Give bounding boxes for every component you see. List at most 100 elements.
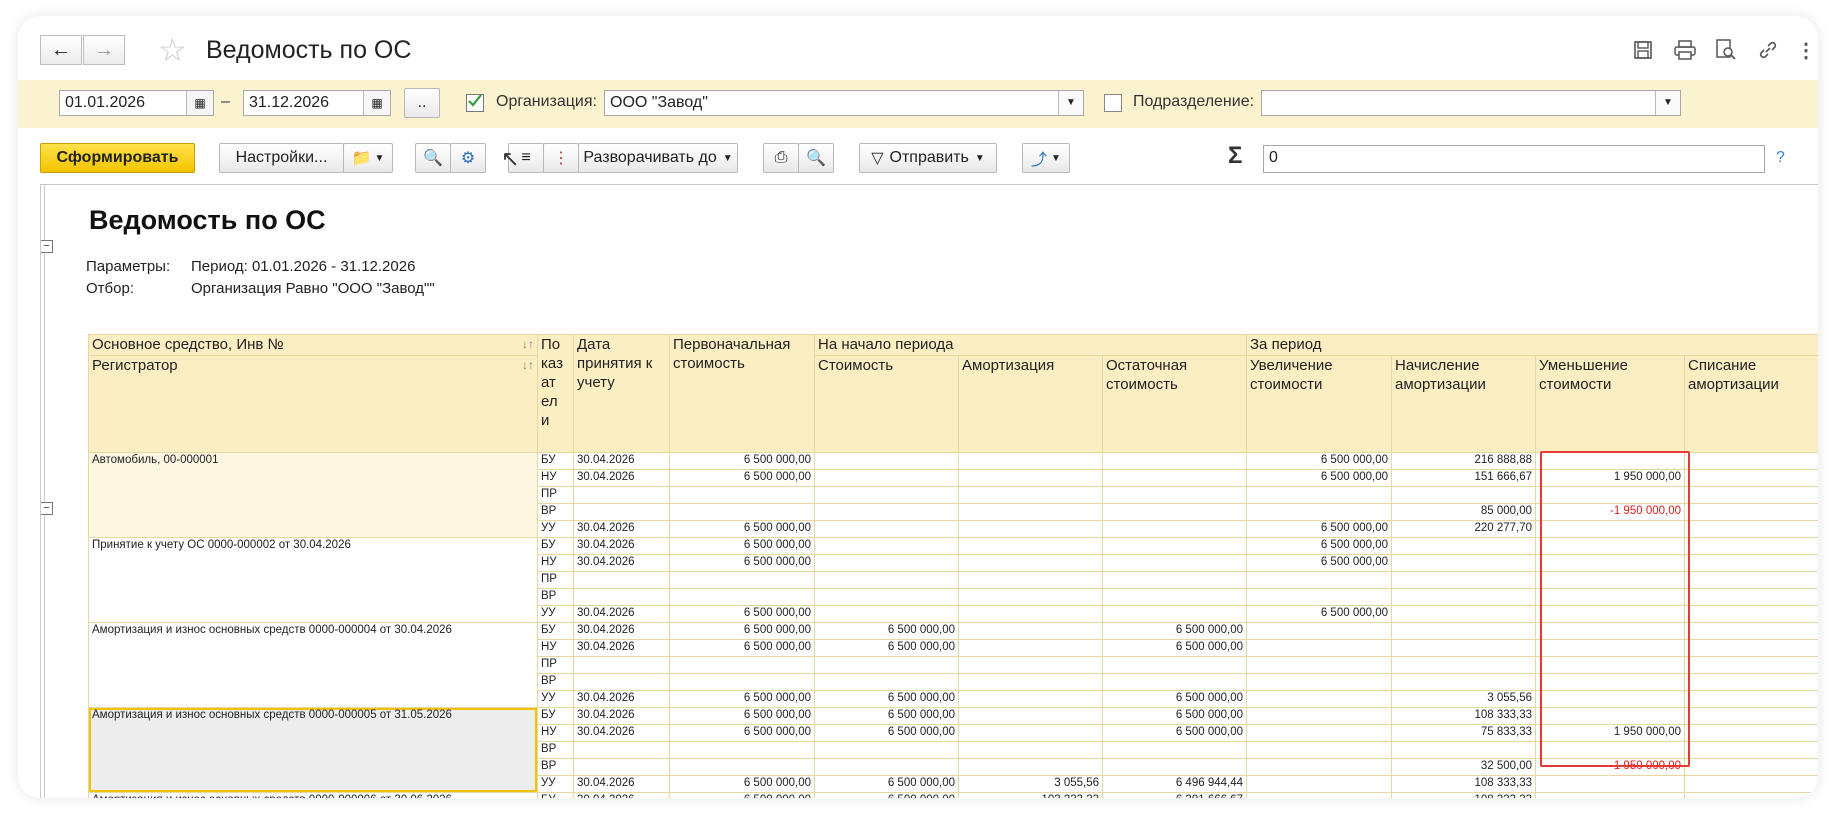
residual-cell: [1102, 537, 1247, 555]
accrual-cell: [1391, 554, 1536, 572]
group-expand-button[interactable]: ⋮: [543, 143, 579, 173]
initial-cost-cell: 6 500 000,00: [669, 622, 815, 640]
writeoff-cell: [1684, 605, 1818, 623]
initial-cost-cell: [669, 673, 815, 691]
send-button[interactable]: ▽ Отправить ▼: [859, 143, 997, 173]
chevron-down-icon: ▼: [374, 152, 385, 164]
residual-cell: [1102, 588, 1247, 606]
increase-cell: [1246, 792, 1392, 798]
amort-cell: [958, 639, 1103, 657]
writeoff-cell: [1684, 520, 1818, 538]
star-icon[interactable]: ☆: [158, 31, 187, 69]
increase-cell: 6 500 000,00: [1246, 554, 1392, 572]
date-cell: 30.04.2026: [573, 605, 670, 623]
back-button[interactable]: ←: [40, 35, 82, 65]
forward-button[interactable]: →: [83, 35, 125, 65]
amort-cell: [958, 503, 1103, 521]
link-icon[interactable]: [1756, 38, 1780, 62]
indicator-cell: ВР: [537, 741, 574, 759]
header-registrar[interactable]: Регистратор ↓↑: [88, 355, 538, 453]
cost-cell: [814, 452, 959, 470]
division-checkbox[interactable]: [1104, 94, 1122, 112]
cost-cell: [814, 673, 959, 691]
writeoff-cell: [1684, 588, 1818, 606]
indicator-cell: ПР: [537, 656, 574, 674]
accrual-cell: 220 277,70: [1391, 520, 1536, 538]
initial-cost-cell: 6 500 000,00: [669, 639, 815, 657]
calendar-icon[interactable]: ▦: [186, 91, 213, 115]
print-button[interactable]: ⎙: [763, 143, 799, 173]
collapse-group-toggle[interactable]: −: [41, 240, 53, 253]
settings-button[interactable]: Настройки...: [219, 143, 344, 173]
residual-cell: 6 496 944,44: [1102, 775, 1247, 793]
asset-name[interactable]: Автомобиль, 00-000001: [88, 452, 538, 538]
header-for-period: За период: [1246, 334, 1818, 356]
cost-cell: [814, 503, 959, 521]
cost-cell: 6 500 000,00: [814, 622, 959, 640]
increase-cell: [1246, 758, 1392, 776]
date-cell: 30.04.2026: [573, 554, 670, 572]
amort-cell: [958, 537, 1103, 555]
registrar-name[interactable]: Принятие к учету ОС 0000-000002 от 30.04…: [88, 537, 538, 623]
writeoff-cell: [1684, 554, 1818, 572]
chevron-down-icon[interactable]: ▼: [1655, 91, 1680, 115]
sort-icon[interactable]: ↓↑: [522, 336, 534, 355]
chevron-down-icon[interactable]: ▼: [1058, 91, 1083, 115]
share-button[interactable]: ⤴ ▼: [1022, 143, 1070, 173]
expand-to-label: Разворачивать до: [583, 149, 717, 166]
help-icon[interactable]: ?: [1776, 149, 1785, 167]
residual-cell: [1102, 571, 1247, 589]
date-cell: 30.04.2026: [573, 622, 670, 640]
decrease-cell: [1535, 792, 1685, 798]
date-from-input[interactable]: 01.01.2026 ▦: [59, 90, 214, 116]
org-checkbox[interactable]: [466, 94, 484, 112]
table-row[interactable]: Амортизация и износ основных средств 000…: [88, 792, 1818, 798]
variants-button[interactable]: 📁 ▼: [343, 143, 393, 173]
header-indicator: По каз ат ел и: [537, 334, 574, 453]
more-vertical-icon[interactable]: ⋮: [1794, 38, 1818, 62]
header-accrual: Начисление амортизации: [1391, 355, 1536, 453]
initial-cost-cell: 6 500 000,00: [669, 605, 815, 623]
print-icon: ⎙: [774, 149, 788, 166]
date-from-value: 01.01.2026: [65, 94, 146, 111]
increase-cell: 6 500 000,00: [1246, 537, 1392, 555]
calendar-icon[interactable]: ▦: [363, 91, 390, 115]
writeoff-cell: [1684, 537, 1818, 555]
registrar-name[interactable]: Амортизация и износ основных средств 000…: [88, 792, 538, 798]
indicator-cell: НУ: [537, 554, 574, 572]
date-cell: [573, 673, 670, 691]
save-icon[interactable]: [1631, 38, 1655, 62]
expand-to-button[interactable]: Разворачивать до ▼: [578, 143, 738, 173]
period-select-button[interactable]: ..: [404, 88, 440, 118]
sum-field[interactable]: 0: [1263, 145, 1765, 173]
indicator-cell: ВР: [537, 673, 574, 691]
increase-cell: [1246, 571, 1392, 589]
initial-cost-cell: 6 500 000,00: [669, 724, 815, 742]
residual-cell: 6 500 000,00: [1102, 724, 1247, 742]
division-select[interactable]: ▼: [1261, 90, 1681, 116]
preview-icon[interactable]: [1714, 38, 1738, 62]
generate-button[interactable]: Сформировать: [40, 143, 195, 173]
cost-cell: [814, 588, 959, 606]
initial-cost-cell: [669, 758, 815, 776]
registrar-name[interactable]: Амортизация и износ основных средств 000…: [88, 622, 538, 708]
search-settings-button[interactable]: ⚙: [450, 143, 486, 173]
print-preview-button[interactable]: 🔍: [798, 143, 834, 173]
date-to-value: 31.12.2026: [249, 94, 330, 111]
sort-icon[interactable]: ↓↑: [522, 357, 534, 376]
registrar-name[interactable]: Амортизация и износ основных средств 000…: [88, 707, 538, 793]
writeoff-cell: [1684, 656, 1818, 674]
header-initial-cost: Первоначальная стоимость: [669, 334, 815, 453]
print-icon[interactable]: [1673, 38, 1697, 62]
amort-cell: [958, 707, 1103, 725]
org-label: Организация:: [496, 93, 597, 110]
collapse-group-toggle[interactable]: −: [41, 502, 53, 515]
cost-cell: [814, 605, 959, 623]
date-to-input[interactable]: 31.12.2026 ▦: [243, 90, 391, 116]
org-select[interactable]: ООО "Завод" ▼: [604, 90, 1084, 116]
search-button[interactable]: 🔍: [415, 143, 451, 173]
indicator-cell: УУ: [537, 520, 574, 538]
date-cell: 30.04.2026: [573, 724, 670, 742]
increase-cell: [1246, 588, 1392, 606]
header-asset[interactable]: Основное средство, Инв № ↓↑: [88, 334, 538, 356]
